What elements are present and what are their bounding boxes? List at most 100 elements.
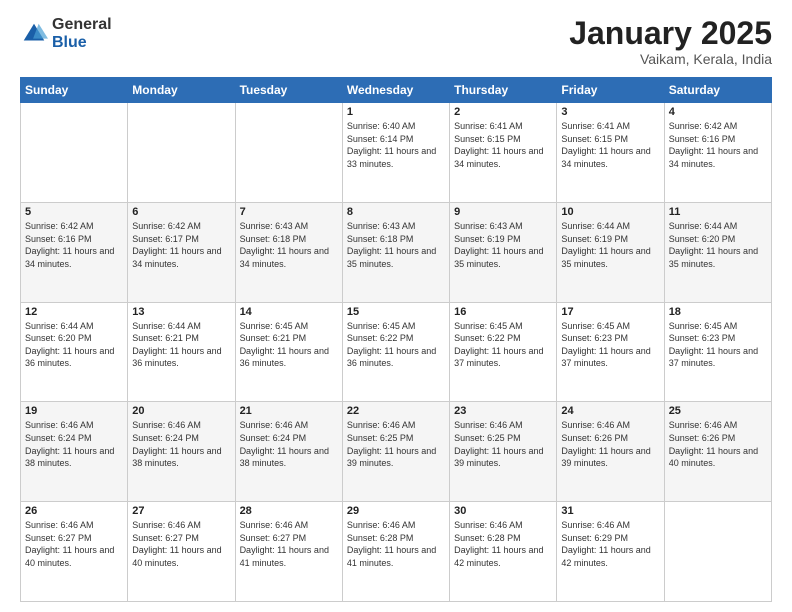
day-info: Sunrise: 6:45 AMSunset: 6:21 PMDaylight:… [240, 320, 338, 370]
title-block: January 2025 Vaikam, Kerala, India [569, 16, 772, 67]
calendar-cell: 23 Sunrise: 6:46 AMSunset: 6:25 PMDayligh… [450, 402, 557, 502]
col-thursday: Thursday [450, 78, 557, 103]
day-number: 17 [561, 306, 659, 318]
day-number: 28 [240, 505, 338, 517]
calendar-cell: 17 Sunrise: 6:45 AMSunset: 6:23 PMDayligh… [557, 302, 664, 402]
calendar-week-4: 19Sunrise: 6:46 AMSunset: 6:24 PMDayligh… [21, 402, 772, 502]
calendar-location: Vaikam, Kerala, India [569, 51, 772, 67]
day-info: Sunrise: 6:43 AMSunset: 6:19 PMDaylight:… [454, 220, 552, 270]
day-info: Sunrise: 6:46 AMSunset: 6:27 PMDaylight:… [25, 519, 123, 569]
day-info: Sunrise: 6:46 AMSunset: 6:29 PMDaylight:… [561, 519, 659, 569]
col-saturday: Saturday [664, 78, 771, 103]
day-number: 8 [347, 206, 445, 218]
calendar-cell: 30 Sunrise: 6:46 AMSunset: 6:28 PMDayligh… [450, 502, 557, 602]
day-number: 18 [669, 306, 767, 318]
day-number: 27 [132, 505, 230, 517]
col-wednesday: Wednesday [342, 78, 449, 103]
calendar-week-3: 12 Sunrise: 6:44 AMSunset: 6:20 PMDayligh… [21, 302, 772, 402]
logo-general-text: General [52, 16, 112, 34]
calendar-cell: 12 Sunrise: 6:44 AMSunset: 6:20 PMDayligh… [21, 302, 128, 402]
day-info: Sunrise: 6:42 AMSunset: 6:17 PMDaylight:… [132, 220, 230, 270]
day-number: 23 [454, 405, 552, 417]
day-number: 25 [669, 405, 767, 417]
day-number: 22 [347, 405, 445, 417]
calendar-header-row: Sunday Monday Tuesday Wednesday Thursday… [21, 78, 772, 103]
calendar-cell: 2Sunrise: 6:41 AMSunset: 6:15 PMDaylight… [450, 103, 557, 203]
calendar-cell: 27 Sunrise: 6:46 AMSunset: 6:27 PMDayligh… [128, 502, 235, 602]
day-info: Sunrise: 6:41 AMSunset: 6:15 PMDaylight:… [561, 120, 659, 170]
day-info: Sunrise: 6:40 AMSunset: 6:14 PMDaylight:… [347, 120, 445, 170]
calendar-cell [235, 103, 342, 203]
day-info: Sunrise: 6:42 AMSunset: 6:16 PMDaylight:… [25, 220, 123, 270]
day-number: 15 [347, 306, 445, 318]
day-info: Sunrise: 6:46 AMSunset: 6:24 PMDaylight:… [132, 419, 230, 469]
calendar-cell: 1Sunrise: 6:40 AMSunset: 6:14 PMDaylight… [342, 103, 449, 203]
calendar-table: Sunday Monday Tuesday Wednesday Thursday… [20, 77, 772, 602]
day-number: 20 [132, 405, 230, 417]
day-info: Sunrise: 6:46 AMSunset: 6:24 PMDaylight:… [25, 419, 123, 469]
calendar-cell [128, 103, 235, 203]
day-number: 10 [561, 206, 659, 218]
calendar-cell: 28 Sunrise: 6:46 AMSunset: 6:27 PMDayligh… [235, 502, 342, 602]
calendar-cell: 25Sunrise: 6:46 AMSunset: 6:26 PMDayligh… [664, 402, 771, 502]
col-monday: Monday [128, 78, 235, 103]
day-info: Sunrise: 6:45 AMSunset: 6:23 PMDaylight:… [669, 320, 767, 370]
calendar-cell: 3 Sunrise: 6:41 AMSunset: 6:15 PMDaylight… [557, 103, 664, 203]
calendar-cell: 4Sunrise: 6:42 AMSunset: 6:16 PMDaylight… [664, 103, 771, 203]
day-info: Sunrise: 6:46 AMSunset: 6:28 PMDaylight:… [347, 519, 445, 569]
logo-blue-text: Blue [52, 34, 112, 52]
calendar-cell: 7 Sunrise: 6:43 AMSunset: 6:18 PMDaylight… [235, 202, 342, 302]
calendar-cell: 5 Sunrise: 6:42 AMSunset: 6:16 PMDaylight… [21, 202, 128, 302]
day-info: Sunrise: 6:44 AMSunset: 6:20 PMDaylight:… [669, 220, 767, 270]
calendar-cell [21, 103, 128, 203]
calendar-cell [664, 502, 771, 602]
day-number: 13 [132, 306, 230, 318]
day-number: 7 [240, 206, 338, 218]
day-number: 12 [25, 306, 123, 318]
day-number: 2 [454, 106, 552, 118]
day-info: Sunrise: 6:45 AMSunset: 6:23 PMDaylight:… [561, 320, 659, 370]
calendar-week-2: 5 Sunrise: 6:42 AMSunset: 6:16 PMDaylight… [21, 202, 772, 302]
day-number: 6 [132, 206, 230, 218]
page: General Blue January 2025 Vaikam, Kerala… [0, 0, 792, 612]
day-info: Sunrise: 6:46 AMSunset: 6:25 PMDaylight:… [454, 419, 552, 469]
calendar-cell: 24Sunrise: 6:46 AMSunset: 6:26 PMDayligh… [557, 402, 664, 502]
calendar-cell: 6 Sunrise: 6:42 AMSunset: 6:17 PMDaylight… [128, 202, 235, 302]
day-info: Sunrise: 6:43 AMSunset: 6:18 PMDaylight:… [240, 220, 338, 270]
day-info: Sunrise: 6:45 AMSunset: 6:22 PMDaylight:… [347, 320, 445, 370]
header: General Blue January 2025 Vaikam, Kerala… [20, 16, 772, 67]
col-tuesday: Tuesday [235, 78, 342, 103]
day-info: Sunrise: 6:45 AMSunset: 6:22 PMDaylight:… [454, 320, 552, 370]
col-friday: Friday [557, 78, 664, 103]
calendar-cell: 21Sunrise: 6:46 AMSunset: 6:24 PMDayligh… [235, 402, 342, 502]
calendar-week-5: 26Sunrise: 6:46 AMSunset: 6:27 PMDayligh… [21, 502, 772, 602]
day-number: 29 [347, 505, 445, 517]
calendar-cell: 19Sunrise: 6:46 AMSunset: 6:24 PMDayligh… [21, 402, 128, 502]
day-number: 21 [240, 405, 338, 417]
col-sunday: Sunday [21, 78, 128, 103]
day-info: Sunrise: 6:44 AMSunset: 6:19 PMDaylight:… [561, 220, 659, 270]
day-info: Sunrise: 6:46 AMSunset: 6:27 PMDaylight:… [132, 519, 230, 569]
day-info: Sunrise: 6:46 AMSunset: 6:28 PMDaylight:… [454, 519, 552, 569]
day-info: Sunrise: 6:43 AMSunset: 6:18 PMDaylight:… [347, 220, 445, 270]
day-info: Sunrise: 6:44 AMSunset: 6:20 PMDaylight:… [25, 320, 123, 370]
day-info: Sunrise: 6:46 AMSunset: 6:25 PMDaylight:… [347, 419, 445, 469]
day-number: 30 [454, 505, 552, 517]
calendar-cell: 29 Sunrise: 6:46 AMSunset: 6:28 PMDayligh… [342, 502, 449, 602]
day-number: 16 [454, 306, 552, 318]
day-number: 11 [669, 206, 767, 218]
calendar-cell: 20 Sunrise: 6:46 AMSunset: 6:24 PMDayligh… [128, 402, 235, 502]
day-number: 24 [561, 405, 659, 417]
day-number: 4 [669, 106, 767, 118]
day-number: 14 [240, 306, 338, 318]
calendar-cell: 14 Sunrise: 6:45 AMSunset: 6:21 PMDayligh… [235, 302, 342, 402]
day-number: 9 [454, 206, 552, 218]
day-number: 3 [561, 106, 659, 118]
calendar-week-1: 1Sunrise: 6:40 AMSunset: 6:14 PMDaylight… [21, 103, 772, 203]
calendar-cell: 9 Sunrise: 6:43 AMSunset: 6:19 PMDaylight… [450, 202, 557, 302]
calendar-cell: 11 Sunrise: 6:44 AMSunset: 6:20 PMDayligh… [664, 202, 771, 302]
day-info: Sunrise: 6:46 AMSunset: 6:27 PMDaylight:… [240, 519, 338, 569]
calendar-cell: 18 Sunrise: 6:45 AMSunset: 6:23 PMDayligh… [664, 302, 771, 402]
calendar-cell: 8 Sunrise: 6:43 AMSunset: 6:18 PMDaylight… [342, 202, 449, 302]
day-number: 5 [25, 206, 123, 218]
